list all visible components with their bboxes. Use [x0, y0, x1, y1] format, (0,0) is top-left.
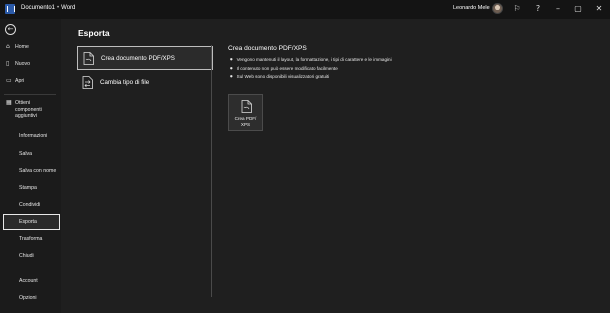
sidebar-item-home[interactable]: ⌂ Home [6, 43, 29, 51]
help-icon[interactable]: ? [531, 2, 545, 16]
pane-divider [211, 45, 212, 297]
sidebar-item-esporta[interactable]: Esporta [3, 214, 60, 230]
sidebar-item-condividi[interactable]: Condividi [19, 202, 40, 209]
addins-grid-icon: ▦ [6, 99, 12, 106]
document-name: Documento1 [21, 5, 56, 11]
page-title: Esporta [78, 28, 110, 38]
sidebar-item-label: Home [15, 44, 29, 50]
sidebar-item-salva[interactable]: Salva [19, 151, 32, 158]
create-pdf-icon [241, 100, 252, 113]
avatar[interactable] [492, 3, 503, 14]
list-item: Vengono mantenuti il layout, la formatta… [230, 56, 392, 65]
app-name: Word [61, 5, 76, 11]
backstage-sidebar: ← ⌂ Home ▯ Nuovo ▭ Apri ▦ Ottieni componenti… [0, 19, 61, 313]
sidebar-item-informazioni[interactable]: Informazioni [19, 133, 47, 140]
pane-title: Crea documento PDF/XPS [228, 45, 307, 52]
button-label: Crea PDF/ XPS [234, 116, 257, 127]
list-item: Il contenuto non può essere modificato f… [230, 65, 392, 74]
close-icon[interactable]: ✕ [592, 2, 606, 16]
sidebar-item-opzioni[interactable]: Opzioni [19, 295, 37, 302]
sidebar-item-trasforma[interactable]: Trasforma [19, 236, 42, 243]
title-bar: Documento1 • Word Leonardo Mele ⚐ ? – ▢ ✕ [0, 0, 610, 19]
minimize-icon[interactable]: – [551, 2, 565, 16]
title-separator: • [57, 5, 60, 11]
sidebar-item-salva-con-nome[interactable]: Salva con nome [19, 168, 56, 175]
maximize-icon[interactable]: ▢ [571, 2, 585, 16]
sidebar-item-stampa[interactable]: Stampa [19, 185, 37, 192]
sidebar-item-apri[interactable]: ▭ Apri [6, 77, 25, 85]
pdf-document-icon [83, 52, 94, 65]
back-arrow-icon[interactable]: ← [5, 24, 16, 35]
sidebar-item-label: Nuovo [15, 61, 30, 67]
sidebar-divider [4, 94, 56, 95]
feedback-icon[interactable]: ⚐ [510, 2, 524, 16]
export-panel: Esporta Crea documento PDF/XPS Cambia ti… [61, 19, 610, 313]
sidebar-item-chiudi[interactable]: Chiudi [19, 253, 34, 260]
option-label: Crea documento PDF/XPS [101, 55, 175, 62]
option-cambia-tipo-file[interactable]: Cambia tipo di file [77, 71, 213, 95]
feature-list: Vengono mantenuti il layout, la formatta… [230, 56, 392, 82]
window-title: Documento1 • Word [21, 5, 75, 11]
folder-open-icon: ▭ [6, 77, 12, 84]
sidebar-item-label: Esporta [19, 219, 37, 225]
option-label: Cambia tipo di file [100, 79, 150, 86]
home-icon: ⌂ [6, 43, 10, 50]
option-crea-pdf-xps[interactable]: Crea documento PDF/XPS [77, 46, 213, 70]
sidebar-item-label: Ottieni componenti aggiuntivi [15, 100, 42, 119]
new-document-icon: ▯ [6, 60, 10, 67]
word-logo-icon [5, 4, 15, 14]
account-name[interactable]: Leonardo Mele [453, 5, 490, 11]
sidebar-item-nuovo[interactable]: ▯ Nuovo [6, 60, 30, 68]
list-item: Sul Web sono disponibili visualizzatori … [230, 73, 392, 82]
sidebar-item-label: Apri [15, 78, 25, 84]
sidebar-item-account[interactable]: Account [19, 278, 38, 285]
change-file-type-icon [82, 76, 93, 89]
sidebar-item-componenti[interactable]: ▦ Ottieni componenti aggiuntivi [6, 99, 51, 120]
create-pdf-xps-button[interactable]: Crea PDF/ XPS [228, 94, 263, 131]
